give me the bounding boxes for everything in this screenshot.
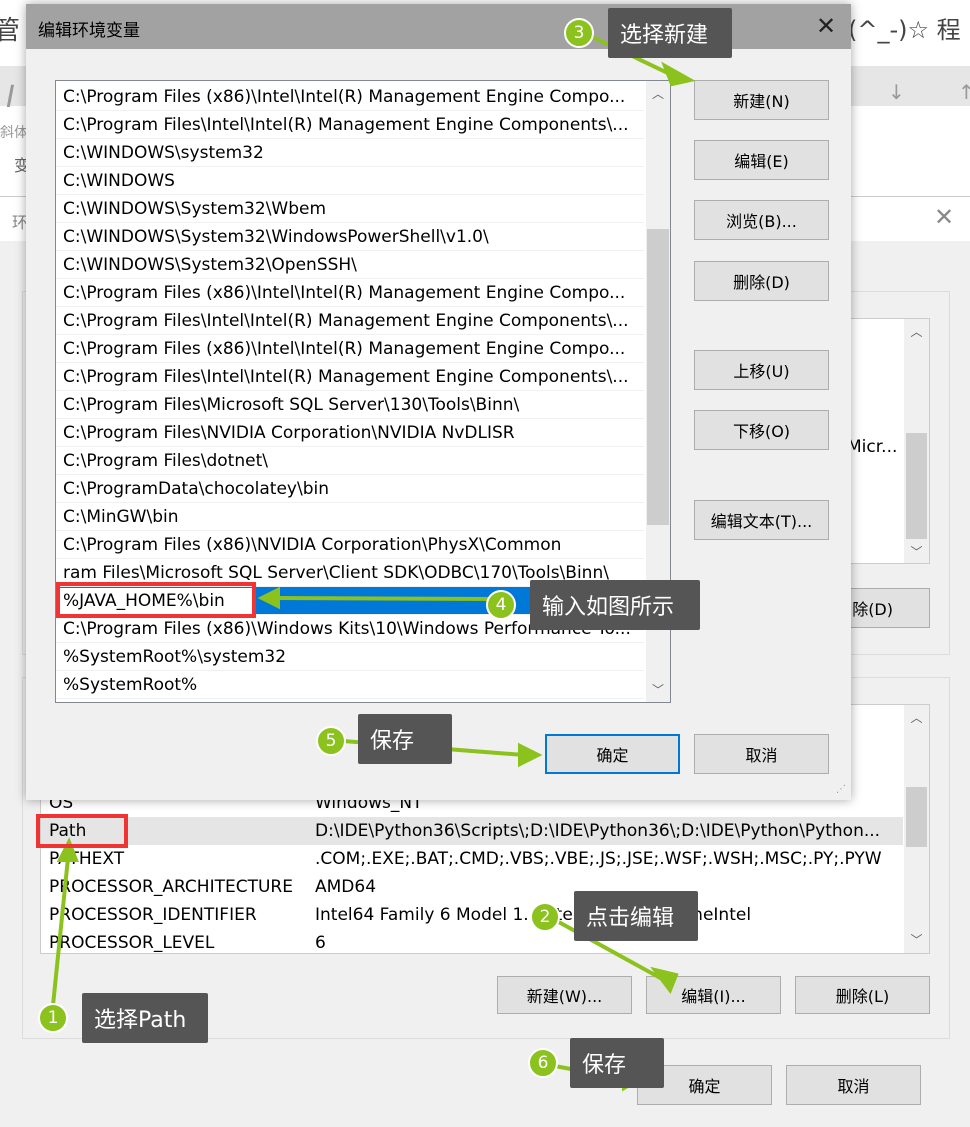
annotation-step-badge: 5 xyxy=(316,726,346,756)
annotation-label: 保存 xyxy=(570,1038,664,1088)
annotation-label: 点击编辑 xyxy=(574,891,698,941)
annotation-label: 选择Path xyxy=(82,993,208,1043)
annotation-step-badge: 6 xyxy=(528,1048,558,1078)
java-home-highlight-box xyxy=(56,582,256,618)
path-highlight-box xyxy=(36,814,128,848)
annotation-step-badge: 2 xyxy=(530,902,560,932)
annotation-arrows xyxy=(50,30,696,1092)
annotation-step-badge: 4 xyxy=(486,590,516,620)
annotation-label: 保存 xyxy=(358,714,452,764)
annotation-step-badge: 3 xyxy=(564,18,594,48)
annotation-label: 选择新建 xyxy=(608,8,732,58)
annotation-label: 输入如图所示 xyxy=(530,580,700,630)
annotation-step-badge: 1 xyxy=(38,1003,68,1033)
